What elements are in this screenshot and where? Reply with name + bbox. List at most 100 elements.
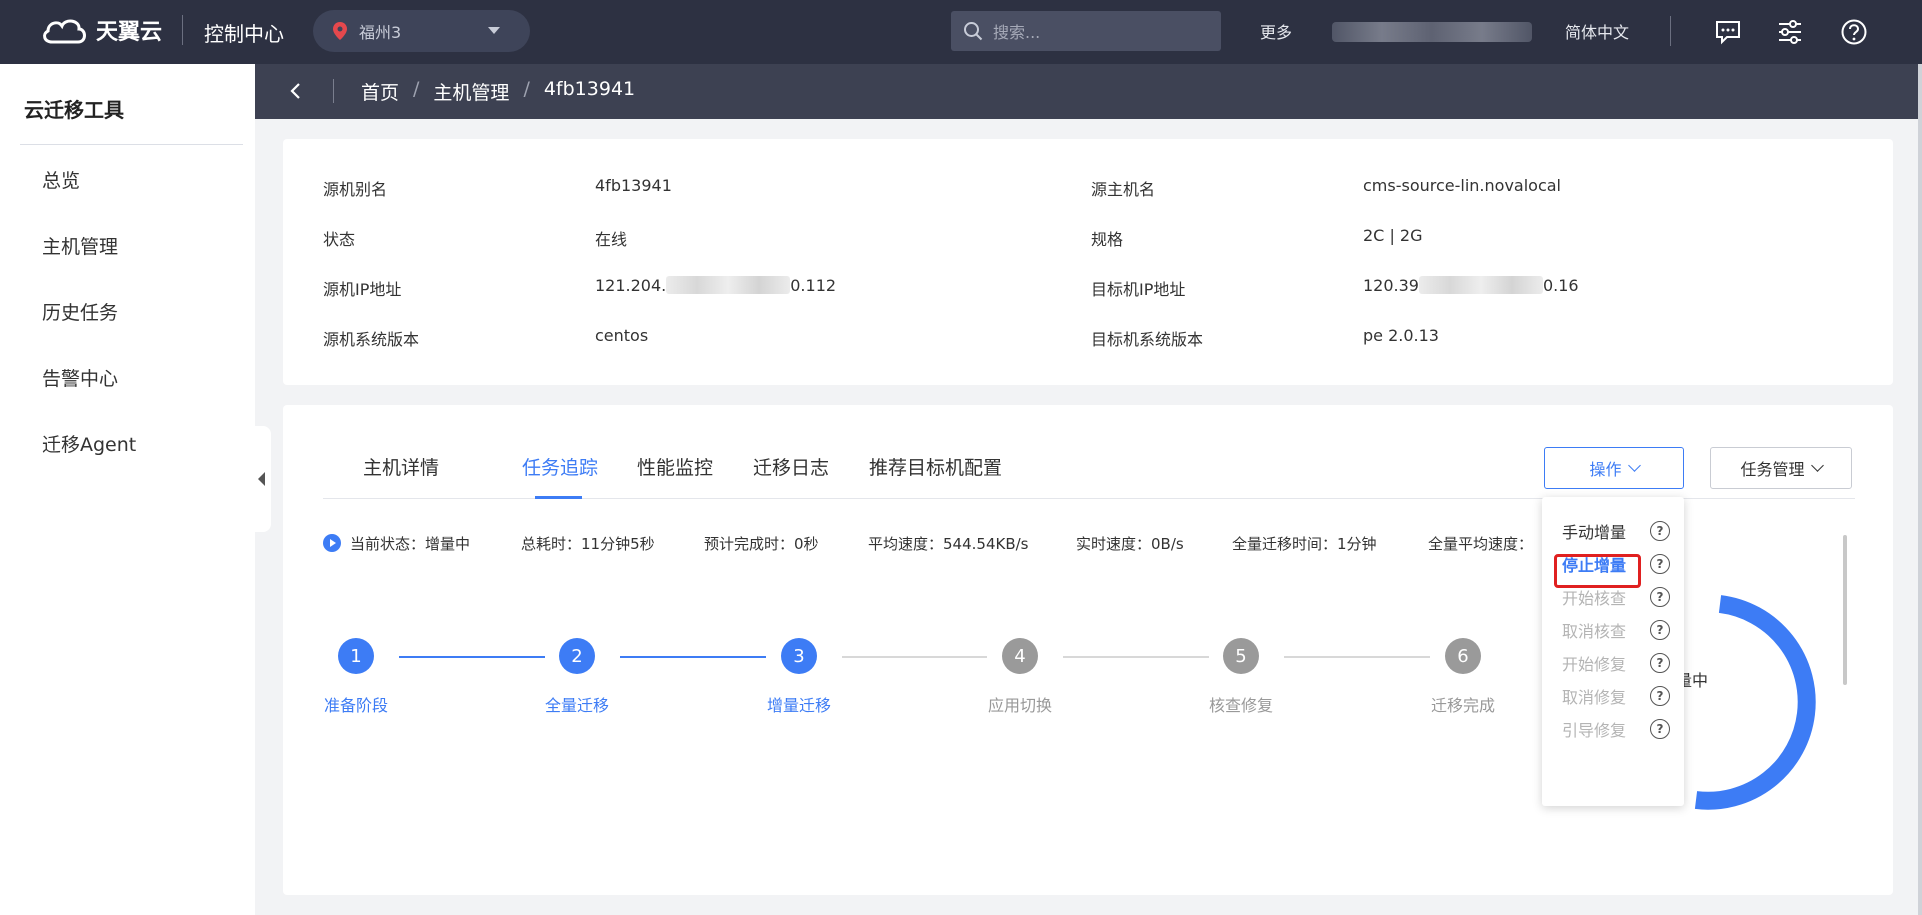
step-6-label: 迁移完成 <box>1430 696 1495 715</box>
tab-host-details[interactable]: 主机详情 <box>363 453 439 480</box>
source-ip-label: 源机IP地址 <box>323 280 402 299</box>
highlight-box <box>1554 554 1641 588</box>
tab-performance-monitoring[interactable]: 性能监控 <box>637 453 713 480</box>
task-management-button[interactable]: 任务管理 <box>1710 447 1852 489</box>
sidebar-item-host-management[interactable]: 主机管理 <box>42 232 118 259</box>
menu-item-1[interactable]: 手动增量 <box>1562 519 1626 543</box>
source-os-label: 源机系统版本 <box>323 330 420 349</box>
source-ip-value: 121.204. 0.112 <box>595 276 836 295</box>
redacted-ip <box>666 276 791 294</box>
step-1-circle: 1 <box>338 638 374 674</box>
region-selector[interactable]: 福州3 <box>313 10 530 52</box>
brand-logo[interactable]: 天翼云 <box>40 10 162 50</box>
question-help-icon[interactable]: ? <box>1650 554 1670 574</box>
sidebar-item-alert-center[interactable]: 告警中心 <box>42 364 118 391</box>
host-info-card: 源机别名 4fb13941 状态 在线 源机IP地址 121.204. 0.112… <box>283 139 1893 385</box>
tab-task-tracking[interactable]: 任务追踪 <box>522 453 598 480</box>
tab-recommended-target-config[interactable]: 推荐目标机配置 <box>869 453 1002 480</box>
spec-value: 2C | 2G <box>1363 226 1423 245</box>
target-os-value: pe 2.0.13 <box>1363 326 1439 345</box>
search-icon <box>964 22 983 41</box>
breadcrumb-host-management[interactable]: 主机管理 <box>433 78 509 105</box>
location-pin-icon <box>333 22 347 40</box>
language-selector[interactable]: 简体中文 <box>1565 19 1629 43</box>
task-management-label: 任务管理 <box>1740 460 1805 479</box>
console-link[interactable]: 控制中心 <box>204 18 284 47</box>
step-connector <box>620 656 766 658</box>
chevron-down-icon <box>1810 459 1824 472</box>
sidebar-item-history-tasks[interactable]: 历史任务 <box>42 298 118 325</box>
redacted-ip <box>1418 276 1543 294</box>
source-alias-label: 源机别名 <box>323 180 388 199</box>
search-box[interactable]: 搜索... <box>951 11 1221 51</box>
divider <box>1670 16 1671 46</box>
sidebar-collapse-toggle[interactable] <box>254 426 271 532</box>
message-icon[interactable] <box>1714 18 1742 46</box>
question-help-icon[interactable]: ? <box>1650 719 1670 739</box>
question-help-icon[interactable]: ? <box>1650 620 1670 640</box>
brand-name: 天翼云 <box>96 20 163 45</box>
operations-button[interactable]: 操作 <box>1544 447 1684 489</box>
more-menu[interactable]: 更多 <box>1260 19 1292 43</box>
status-label: 状态 <box>323 230 356 249</box>
sidebar-item-migration-agent[interactable]: 迁移Agent <box>42 430 136 457</box>
divider <box>333 79 334 103</box>
realtime-speed: 实时速度：0B/s <box>1076 535 1184 553</box>
step-3-label: 增量迁移 <box>766 696 831 715</box>
menu-item-6: 取消修复 <box>1562 688 1627 707</box>
spec-label: 规格 <box>1091 230 1124 249</box>
tab-migration-logs[interactable]: 迁移日志 <box>753 453 829 480</box>
question-help-icon[interactable]: ? <box>1650 686 1670 706</box>
menu-item-3: 开始核查 <box>1562 589 1627 608</box>
step-4-label: 应用切换 <box>987 696 1052 715</box>
step-4-circle: 4 <box>1002 638 1038 674</box>
current-status: 当前状态：增量中 <box>350 535 471 553</box>
region-name: 福州3 <box>359 23 402 42</box>
full-avg-speed: 全量平均速度： <box>1428 535 1534 553</box>
page-scrollbar[interactable] <box>1918 64 1922 915</box>
active-tab-indicator <box>535 496 582 499</box>
sidebar-item-overview[interactable]: 总览 <box>42 166 80 193</box>
source-hostname-value: cms-source-lin.novalocal <box>1363 176 1561 195</box>
eta: 预计完成时：0秒 <box>704 535 819 553</box>
step-2-label: 全量迁移 <box>544 696 609 715</box>
scrollbar[interactable] <box>1843 535 1847 685</box>
account-name-redacted[interactable] <box>1332 22 1532 42</box>
target-ip-value: 120.39 0.16 <box>1363 276 1579 295</box>
settings-sliders-icon[interactable] <box>1776 18 1804 46</box>
step-connector <box>1284 656 1430 658</box>
chevron-left-icon <box>258 472 265 486</box>
step-connector <box>399 656 545 658</box>
step-2-circle: 2 <box>559 638 595 674</box>
source-alias-value: 4fb13941 <box>595 176 672 195</box>
operations-label: 操作 <box>1589 460 1622 479</box>
status-value: 在线 <box>595 230 628 249</box>
divider <box>182 15 183 45</box>
sidebar: 云迁移工具 总览 主机管理 历史任务 告警中心 迁移Agent <box>0 64 255 915</box>
chevron-down-icon <box>1627 459 1641 472</box>
question-help-icon[interactable]: ? <box>1650 587 1670 607</box>
step-5-label: 核查修复 <box>1208 696 1273 715</box>
breadcrumb-home[interactable]: 首页 <box>361 78 399 105</box>
full-migration-time: 全量迁移时间：1分钟 <box>1232 535 1377 553</box>
breadcrumb-separator: / <box>413 78 420 100</box>
step-6-circle: 6 <box>1445 638 1481 674</box>
back-arrow-icon[interactable] <box>289 82 301 100</box>
breadcrumb: 首页 / 主机管理 / 4fb13941 <box>361 78 635 105</box>
source-os-value: centos <box>595 326 649 345</box>
source-hostname-label: 源主机名 <box>1091 180 1156 199</box>
step-5-circle: 5 <box>1223 638 1259 674</box>
play-status-icon <box>323 534 341 552</box>
help-icon[interactable] <box>1840 18 1868 46</box>
breadcrumb-bar: 首页 / 主机管理 / 4fb13941 <box>255 64 1922 119</box>
total-time: 总耗时：11分钟5秒 <box>521 535 655 553</box>
menu-item-4: 取消核查 <box>1562 622 1627 641</box>
cloud-logo-icon <box>43 19 86 44</box>
question-help-icon[interactable]: ? <box>1650 521 1670 541</box>
question-help-icon[interactable]: ? <box>1650 653 1670 673</box>
source-ip-prefix: 121.204. <box>595 276 667 295</box>
step-connector <box>842 656 987 658</box>
menu-item-5: 开始修复 <box>1562 655 1627 674</box>
caret-down-icon <box>488 27 500 34</box>
search-input[interactable]: 搜索... <box>993 19 1040 43</box>
